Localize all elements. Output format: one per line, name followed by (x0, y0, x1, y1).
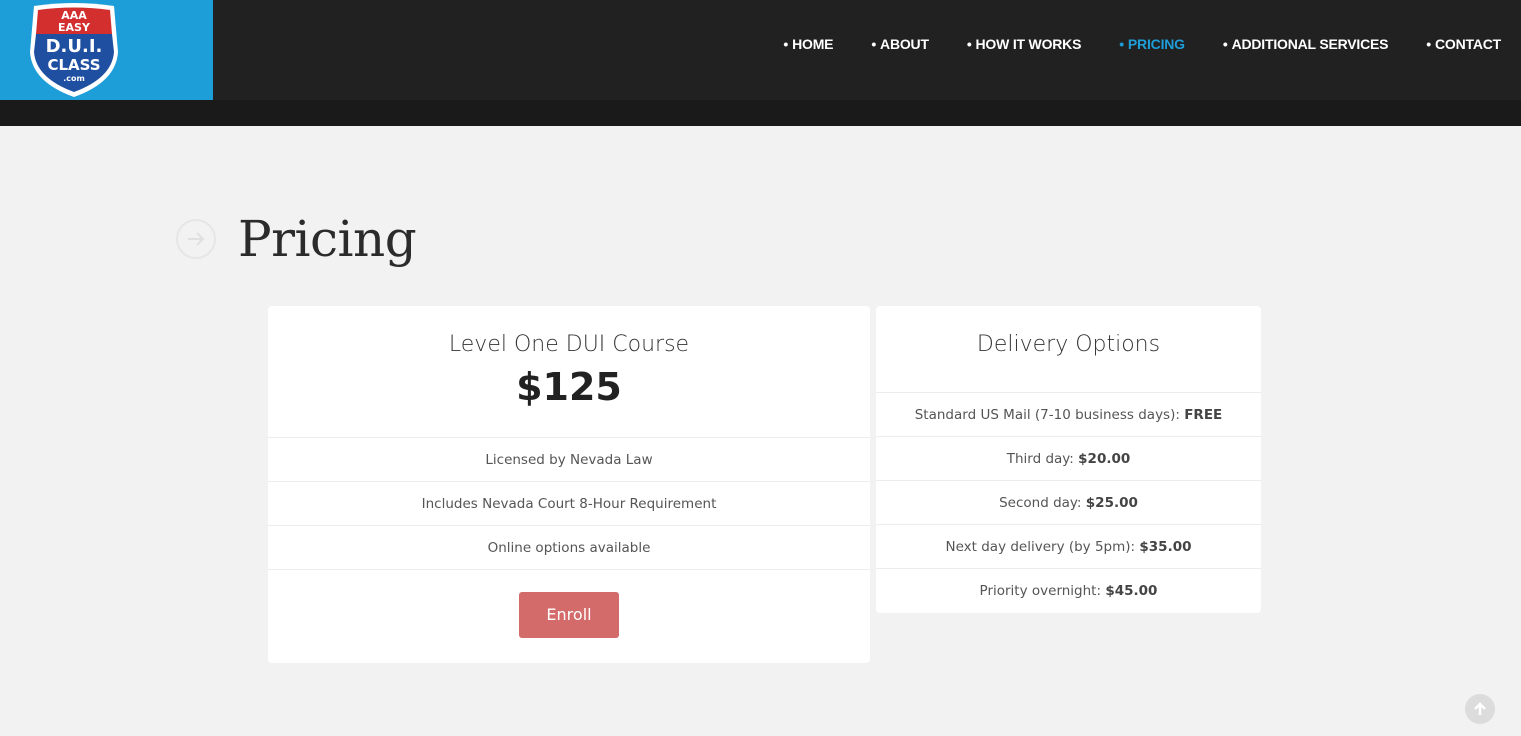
site-header: AAA EASY D.U.I. CLASS .com • HOME • ABOUT • H… (0, 0, 1521, 126)
nav-item-how-it-works[interactable]: • HOW IT WORKS (966, 36, 1082, 52)
delivery-option: Second day: $25.00 (876, 481, 1261, 525)
delivery-card: Delivery Options Standard US Mail (7-10 … (876, 306, 1261, 613)
logo-box[interactable]: AAA EASY D.U.I. CLASS .com (0, 0, 213, 100)
main-nav: • HOME • ABOUT • HOW IT WORKS • PRICING • ADDITIO… (783, 36, 1501, 52)
delivery-option-label: Standard US Mail (7-10 business days): (914, 407, 1180, 423)
enroll-wrap: Enroll (268, 570, 870, 638)
course-title: Level One DUI Course (448, 332, 690, 357)
delivery-option-price: $20.00 (1078, 451, 1131, 467)
page-title: Pricing (238, 210, 417, 268)
logo-text-3: D.U.I. (46, 36, 103, 57)
logo-shield-icon[interactable]: AAA EASY D.U.I. CLASS .com (26, 2, 122, 98)
delivery-option-price: $45.00 (1105, 583, 1158, 599)
header-strip (0, 100, 1521, 126)
course-feature: Licensed by Nevada Law (268, 438, 870, 482)
enroll-button[interactable]: Enroll (519, 592, 619, 638)
course-price: $125 (516, 365, 622, 409)
nav-item-label: CONTACT (1435, 36, 1501, 52)
logo-text-4: CLASS (47, 56, 100, 74)
course-card-header: Level One DUI Course $125 (268, 306, 870, 438)
nav-item-additional-services[interactable]: • ADDITIONAL SERVICES (1222, 36, 1389, 52)
page-title-wrap: Pricing (176, 210, 417, 268)
nav-bullet: • (1426, 36, 1431, 52)
nav-item-home[interactable]: • HOME (783, 36, 833, 52)
delivery-option-price: $35.00 (1139, 539, 1192, 555)
nav-bullet: • (1119, 36, 1124, 52)
nav-bullet: • (1222, 36, 1228, 52)
logo-text-5: .com (63, 74, 85, 83)
course-card: Level One DUI Course $125 Licensed by Ne… (268, 306, 870, 663)
course-feature: Includes Nevada Court 8-Hour Requirement (268, 482, 870, 526)
logo-text-2: EASY (58, 21, 91, 34)
nav-item-label: HOME (792, 36, 834, 52)
delivery-option-label: Next day delivery (by 5pm): (945, 539, 1136, 555)
delivery-option: Next day delivery (by 5pm): $35.00 (876, 525, 1261, 569)
delivery-option: Third day: $20.00 (876, 437, 1261, 481)
delivery-title: Delivery Options (976, 332, 1161, 357)
nav-item-about[interactable]: • ABOUT (871, 36, 929, 52)
delivery-option-label: Priority overnight: (979, 583, 1102, 599)
nav-item-label: PRICING (1127, 36, 1185, 52)
nav-item-pricing[interactable]: • PRICING (1119, 36, 1185, 52)
delivery-option-price: FREE (1184, 407, 1223, 423)
delivery-option-label: Second day: (999, 495, 1082, 511)
nav-bullet: • (783, 36, 789, 52)
delivery-option-price: $25.00 (1085, 495, 1138, 511)
arrow-right-circle-icon (176, 219, 216, 259)
nav-bullet: • (871, 36, 877, 52)
nav-item-label: ABOUT (880, 36, 929, 52)
delivery-card-header: Delivery Options (876, 306, 1261, 393)
nav-item-label: ADDITIONAL SERVICES (1231, 36, 1389, 52)
nav-bullet: • (966, 36, 972, 52)
delivery-option: Standard US Mail (7-10 business days): F… (876, 393, 1261, 437)
delivery-option: Priority overnight: $45.00 (876, 569, 1261, 613)
delivery-option-label: Third day: (1006, 451, 1074, 467)
nav-item-label: HOW IT WORKS (975, 36, 1082, 52)
nav-item-contact[interactable]: • CONTACT (1426, 36, 1501, 52)
arrow-up-circle-icon[interactable] (1465, 694, 1495, 724)
course-feature: Online options available (268, 526, 870, 570)
